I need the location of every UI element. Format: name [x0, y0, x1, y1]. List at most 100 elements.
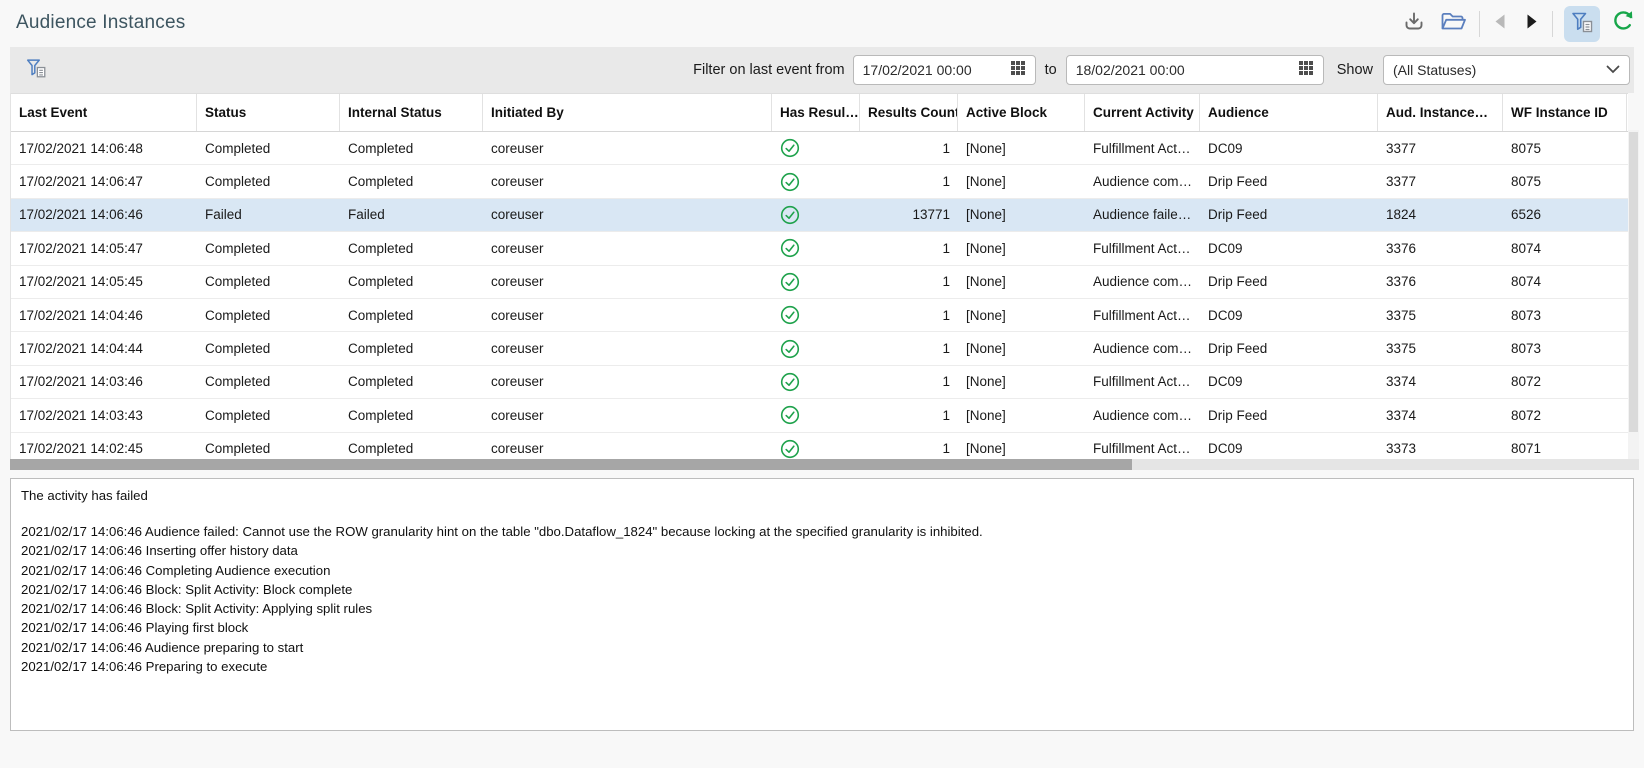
horizontal-scrollbar[interactable]	[10, 459, 1639, 470]
status-filter-select[interactable]: (All Statuses)	[1383, 55, 1630, 85]
cell-status: Completed	[197, 165, 340, 197]
cell-internal_status: Completed	[340, 165, 483, 197]
filter-toggle-button[interactable]	[1564, 6, 1600, 42]
cell-active_block: [None]	[958, 299, 1085, 331]
cell-initiated_by: coreuser	[483, 299, 772, 331]
date-from-value: 17/02/2021 00:00	[863, 62, 1010, 78]
check-circle-icon	[780, 305, 800, 325]
check-circle-icon	[780, 372, 800, 392]
cell-results_count: 1	[860, 332, 958, 364]
check-circle-icon	[780, 272, 800, 292]
table-row[interactable]: 17/02/2021 14:03:46CompletedCompletedcor…	[11, 366, 1628, 399]
log-line: 2021/02/17 14:06:46 Block: Split Activit…	[21, 599, 1623, 618]
column-header-has_results[interactable]: Has Resul…	[772, 94, 860, 131]
cell-has_results	[772, 165, 860, 197]
cell-results_count: 1	[860, 132, 958, 164]
forward-icon	[1522, 12, 1541, 36]
calendar-grid-icon[interactable]	[1298, 60, 1314, 81]
cell-wf_instance_id: 6526	[1503, 199, 1627, 231]
cell-has_results	[772, 366, 860, 398]
table-row[interactable]: 17/02/2021 14:04:46CompletedCompletedcor…	[11, 299, 1628, 332]
cell-last_event: 17/02/2021 14:03:46	[11, 366, 197, 398]
cell-results_count: 1	[860, 266, 958, 298]
column-header-initiated_by[interactable]: Initiated By	[483, 94, 772, 131]
back-icon	[1491, 12, 1510, 36]
horizontal-scrollbar-thumb[interactable]	[10, 459, 1132, 470]
table-row[interactable]: 17/02/2021 14:02:45CompletedCompletedcor…	[11, 433, 1628, 461]
cell-audience: DC09	[1200, 433, 1378, 461]
cell-wf_instance_id: 8074	[1503, 232, 1627, 264]
column-header-internal_status[interactable]: Internal Status	[340, 94, 483, 131]
cell-current_activity: Audience com…	[1085, 332, 1200, 364]
filter-icon	[1569, 9, 1595, 40]
next-button[interactable]	[1522, 8, 1541, 40]
cell-current_activity: Fulfillment Act…	[1085, 433, 1200, 461]
vertical-scrollbar-thumb[interactable]	[1629, 132, 1638, 432]
table-row[interactable]: 17/02/2021 14:06:46FailedFailedcoreuser1…	[11, 199, 1628, 232]
cell-initiated_by: coreuser	[483, 433, 772, 461]
cell-has_results	[772, 266, 860, 298]
vertical-scrollbar[interactable]	[1628, 130, 1639, 459]
grid-body: 17/02/2021 14:06:48CompletedCompletedcor…	[11, 132, 1628, 461]
previous-button[interactable]	[1491, 8, 1510, 40]
cell-active_block: [None]	[958, 165, 1085, 197]
cell-aud_instance_id: 3376	[1378, 266, 1503, 298]
show-label: Show	[1337, 62, 1373, 78]
cell-active_block: [None]	[958, 132, 1085, 164]
table-row[interactable]: 17/02/2021 14:06:47CompletedCompletedcor…	[11, 165, 1628, 198]
table-row[interactable]: 17/02/2021 14:03:43CompletedCompletedcor…	[11, 399, 1628, 432]
cell-internal_status: Completed	[340, 433, 483, 461]
table-row[interactable]: 17/02/2021 14:04:44CompletedCompletedcor…	[11, 332, 1628, 365]
cell-aud_instance_id: 3377	[1378, 132, 1503, 164]
date-from-input[interactable]: 17/02/2021 00:00	[853, 55, 1036, 85]
cell-status: Completed	[197, 299, 340, 331]
cell-results_count: 1	[860, 232, 958, 264]
cell-aud_instance_id: 3375	[1378, 299, 1503, 331]
cell-results_count: 1	[860, 165, 958, 197]
column-header-status[interactable]: Status	[197, 94, 340, 131]
cell-audience: DC09	[1200, 232, 1378, 264]
cell-results_count: 1	[860, 299, 958, 331]
check-circle-icon	[780, 439, 800, 459]
cell-current_activity: Fulfillment Act…	[1085, 299, 1200, 331]
column-header-aud_instance_id[interactable]: Aud. Instance…	[1378, 94, 1503, 131]
log-line: 2021/02/17 14:06:46 Preparing to execute	[21, 657, 1623, 676]
log-line: 2021/02/17 14:06:46 Audience preparing t…	[21, 638, 1623, 657]
table-row[interactable]: 17/02/2021 14:06:48CompletedCompletedcor…	[11, 132, 1628, 165]
date-to-value: 18/02/2021 00:00	[1076, 62, 1298, 78]
cell-status: Completed	[197, 232, 340, 264]
cell-last_event: 17/02/2021 14:05:45	[11, 266, 197, 298]
column-header-results_count[interactable]: Results Count	[860, 94, 958, 131]
cell-wf_instance_id: 8071	[1503, 433, 1627, 461]
column-header-active_block[interactable]: Active Block	[958, 94, 1085, 131]
cell-wf_instance_id: 8073	[1503, 299, 1627, 331]
cell-initiated_by: coreuser	[483, 399, 772, 431]
cell-wf_instance_id: 8075	[1503, 165, 1627, 197]
cell-internal_status: Completed	[340, 132, 483, 164]
column-header-last_event[interactable]: Last Event	[11, 94, 197, 131]
refresh-button[interactable]	[1610, 8, 1636, 40]
column-header-current_activity[interactable]: Current Activity	[1085, 94, 1200, 131]
cell-current_activity: Audience com…	[1085, 165, 1200, 197]
cell-internal_status: Completed	[340, 366, 483, 398]
grid-filter-button[interactable]	[24, 54, 48, 86]
check-circle-icon	[780, 172, 800, 192]
calendar-grid-icon[interactable]	[1010, 60, 1026, 81]
download-button[interactable]	[1401, 8, 1427, 40]
column-header-wf_instance_id[interactable]: WF Instance ID	[1503, 94, 1627, 131]
titlebar: Audience Instances	[0, 0, 1644, 47]
table-row[interactable]: 17/02/2021 14:05:47CompletedCompletedcor…	[11, 232, 1628, 265]
cell-current_activity: Audience faile…	[1085, 199, 1200, 231]
column-header-audience[interactable]: Audience	[1200, 94, 1378, 131]
date-to-input[interactable]: 18/02/2021 00:00	[1066, 55, 1324, 85]
open-button[interactable]	[1439, 8, 1468, 40]
cell-has_results	[772, 232, 860, 264]
cell-audience: Drip Feed	[1200, 399, 1378, 431]
table-row[interactable]: 17/02/2021 14:05:45CompletedCompletedcor…	[11, 266, 1628, 299]
cell-current_activity: Audience com…	[1085, 399, 1200, 431]
cell-status: Completed	[197, 332, 340, 364]
cell-last_event: 17/02/2021 14:04:46	[11, 299, 197, 331]
cell-aud_instance_id: 3376	[1378, 232, 1503, 264]
cell-status: Completed	[197, 399, 340, 431]
cell-last_event: 17/02/2021 14:04:44	[11, 332, 197, 364]
